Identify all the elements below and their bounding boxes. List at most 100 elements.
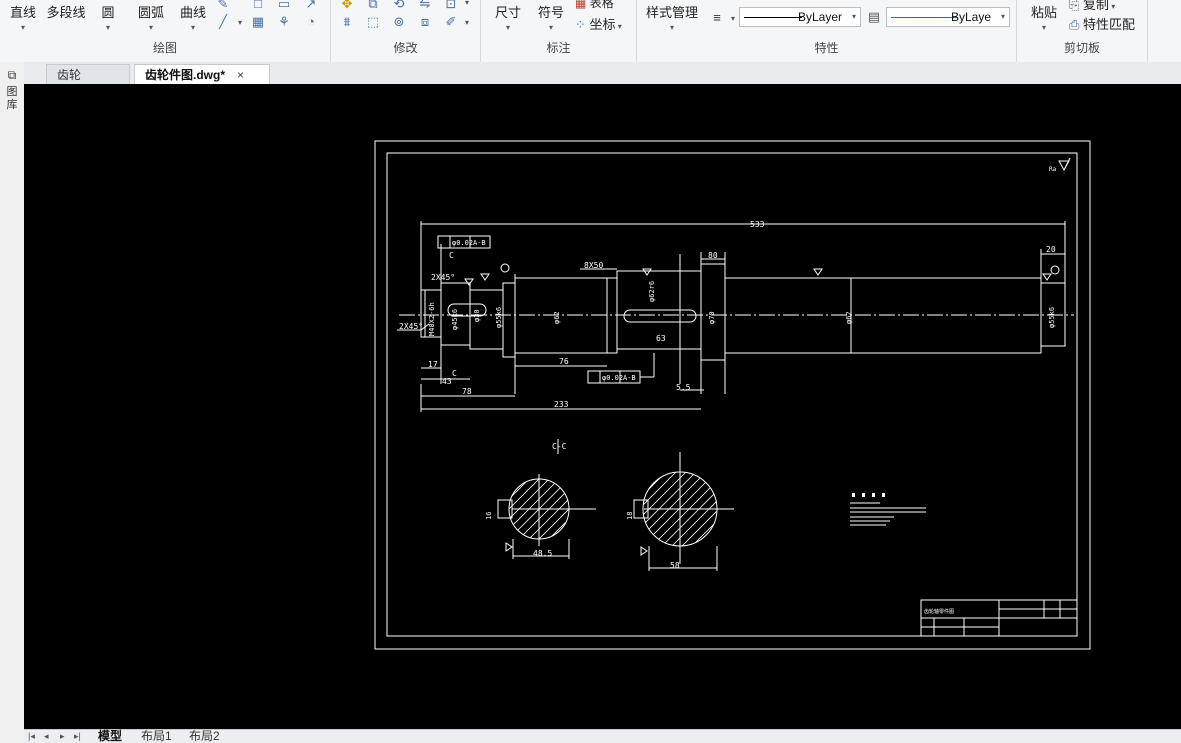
- boundary-icon[interactable]: ⚘: [276, 14, 292, 30]
- section-2-hatch: [643, 472, 717, 546]
- clipboard-group-label: 剪切板: [1063, 41, 1100, 55]
- dim-phi-30: φ30: [473, 309, 481, 322]
- section-2-width: 58: [670, 561, 680, 570]
- color-value: ByLaye: [950, 10, 991, 24]
- dim-key-8x50: 8X50: [584, 261, 603, 270]
- ribbon-group-draw: 直线 ▾ 多段线 圆 ▾ 圆弧 ▾ 曲线 ▾ ✎ ╱ ▾ □ ▦ ▭ ⚘ ↗ ◔ 绘图: [0, 0, 331, 62]
- dim-chamfer-left: 2X45°: [399, 322, 423, 331]
- hatch-icon[interactable]: ▦: [250, 14, 266, 30]
- dim-chamfer-top: 2X45°: [431, 273, 455, 282]
- linetype-select[interactable]: ByLayer ▾: [739, 7, 861, 27]
- drawing-canvas[interactable]: 533 233 78 76 63 5.5 43 17 80 20 2X45° 2…: [24, 84, 1181, 729]
- prev-layout-icon[interactable]: ◂: [44, 730, 49, 743]
- symbol-button[interactable]: 符号 ▾: [536, 2, 566, 32]
- dim-78: 78: [462, 387, 472, 396]
- lineweight-icon[interactable]: ≡: [709, 10, 725, 26]
- paste-button[interactable]: 粘贴 ▾: [1029, 2, 1059, 32]
- linetype-sample: [744, 17, 802, 18]
- section-1-height: 16: [485, 512, 493, 520]
- ribbon: 直线 ▾ 多段线 圆 ▾ 圆弧 ▾ 曲线 ▾ ✎ ╱ ▾ □ ▦ ▭ ⚘ ↗ ◔ 绘图 …: [0, 0, 1181, 63]
- arc-button[interactable]: 圆弧 ▾: [136, 2, 166, 32]
- outer-frame: [374, 140, 1091, 650]
- tab-gear-part[interactable]: 齿轮件图.dwg* ×: [134, 64, 270, 84]
- modify-dropdown-icon-1[interactable]: ▾: [465, 0, 469, 7]
- construction-line-dropdown-icon[interactable]: ▾: [238, 18, 242, 27]
- tab-layout1[interactable]: 布局1: [141, 730, 172, 743]
- dim-80: 80: [708, 251, 718, 260]
- dim-17: 17: [428, 360, 438, 369]
- polyline-button-label: 多段线: [46, 5, 86, 20]
- copy-object-icon[interactable]: ⧉: [365, 0, 381, 12]
- dimension-button-label: 尺寸: [494, 5, 521, 20]
- tol-1-ref: A-B: [473, 239, 486, 247]
- dimension-button[interactable]: 尺寸 ▾: [493, 2, 523, 32]
- properties-group-label: 特性: [814, 41, 839, 55]
- ribbon-group-properties: 样式管理 ▾ ≡ ▾ ByLayer ▾ ▤ ByLaye ▾ 特性: [637, 0, 1017, 62]
- scale-icon[interactable]: ⊡: [443, 0, 459, 12]
- layout-tabbar: |◂ ◂ ▸ ▸| 模型 布局1 布局2: [24, 729, 1181, 743]
- curve-button-label: 曲线: [179, 5, 206, 20]
- pencil-icon[interactable]: ✎: [215, 0, 231, 12]
- shaft-shoulder-1: [502, 282, 516, 358]
- rectangle-icon[interactable]: □: [250, 0, 266, 12]
- region-icon[interactable]: ▭: [276, 0, 292, 12]
- dim-phi-62-a: φ62: [553, 311, 561, 324]
- circle-button-label: 圆: [101, 5, 115, 20]
- dim-20: 20: [1046, 245, 1056, 254]
- lineweight-dropdown-icon[interactable]: ▾: [731, 14, 735, 23]
- technical-notes-heading: [852, 493, 885, 497]
- style-manager-label: 样式管理: [645, 5, 698, 20]
- library-icon[interactable]: ⧉: [5, 68, 19, 82]
- tol-2-value: φ0.02: [602, 374, 623, 382]
- trim-icon[interactable]: ⬚: [365, 14, 381, 30]
- move-icon[interactable]: ✥: [339, 0, 355, 12]
- style-manager-button[interactable]: 样式管理 ▾: [645, 2, 699, 32]
- table-button[interactable]: ▦ 表格: [575, 0, 614, 11]
- arrow-icon[interactable]: ↗: [303, 0, 319, 12]
- color-select[interactable]: ByLaye ▾: [886, 7, 1010, 27]
- modify-dropdown-icon-2[interactable]: ▾: [465, 18, 469, 27]
- polyline-button[interactable]: 多段线: [45, 2, 87, 21]
- edit-icon[interactable]: ✐: [443, 14, 459, 30]
- close-icon[interactable]: ×: [237, 68, 244, 82]
- dim-5-5: 5.5: [676, 383, 691, 392]
- dim-233: 233: [554, 400, 569, 409]
- arc-button-label: 圆弧: [137, 5, 164, 20]
- color-dropdown-icon: ▾: [1000, 12, 1005, 21]
- first-layout-icon[interactable]: |◂: [28, 730, 35, 743]
- draw-group-label: 绘图: [152, 41, 177, 55]
- keyway-slot: [623, 309, 697, 323]
- revcloud-icon[interactable]: ◔: [303, 14, 319, 30]
- explode-icon[interactable]: ⊚: [391, 14, 407, 30]
- line-button[interactable]: 直线 ▾: [8, 2, 38, 32]
- tab-gear-part-label: 齿轮件图.dwg*: [145, 68, 225, 82]
- rotate-icon[interactable]: ⟲: [391, 0, 407, 12]
- dim-phi-45: φ45k6: [451, 309, 459, 330]
- next-layout-icon[interactable]: ▸: [60, 730, 65, 743]
- linetype-value: ByLayer: [797, 10, 842, 24]
- circle-button[interactable]: 圆 ▾: [99, 2, 117, 32]
- match-properties-button[interactable]: ⎙ 特性匹配: [1069, 14, 1135, 33]
- copy-button[interactable]: ⎘ 复制 ▾: [1069, 0, 1115, 13]
- array-icon[interactable]: ⧈: [417, 14, 433, 30]
- section-2-height: 18: [626, 512, 634, 520]
- tab-layout2[interactable]: 布局2: [189, 730, 220, 743]
- dim-overall: 533: [750, 220, 765, 229]
- stretch-icon[interactable]: ⩩: [339, 14, 355, 30]
- tab-gear-a3[interactable]: 齿轮A3.dwg: [46, 64, 130, 102]
- left-panel: ⧉ 图库: [0, 62, 25, 742]
- document-tabbar: 齿轮A3.dwg 齿轮件图.dwg* ×: [24, 62, 1181, 102]
- dim-thread: M40X2-6h: [428, 302, 436, 336]
- construction-line-icon[interactable]: ╱: [215, 14, 231, 30]
- ribbon-group-modify: ✥ ⧉ ⟲ ⇋ ⊡ ▾ ⩩ ⬚ ⊚ ⧈ ✐ ▾ 修改: [331, 0, 481, 62]
- library-label[interactable]: 图库: [5, 86, 19, 112]
- coordinate-icon: ⁘: [575, 17, 586, 32]
- symbol-button-label: 符号: [537, 5, 564, 20]
- last-layout-icon[interactable]: ▸|: [74, 730, 81, 743]
- modify-group-label: 修改: [393, 41, 418, 55]
- coordinate-button[interactable]: ⁘ 坐标 ▾: [575, 14, 622, 33]
- tab-model[interactable]: 模型: [98, 730, 122, 743]
- hatch-pattern-icon[interactable]: ▤: [866, 9, 882, 25]
- curve-button[interactable]: 曲线 ▾: [178, 2, 208, 32]
- mirror-icon[interactable]: ⇋: [417, 0, 433, 12]
